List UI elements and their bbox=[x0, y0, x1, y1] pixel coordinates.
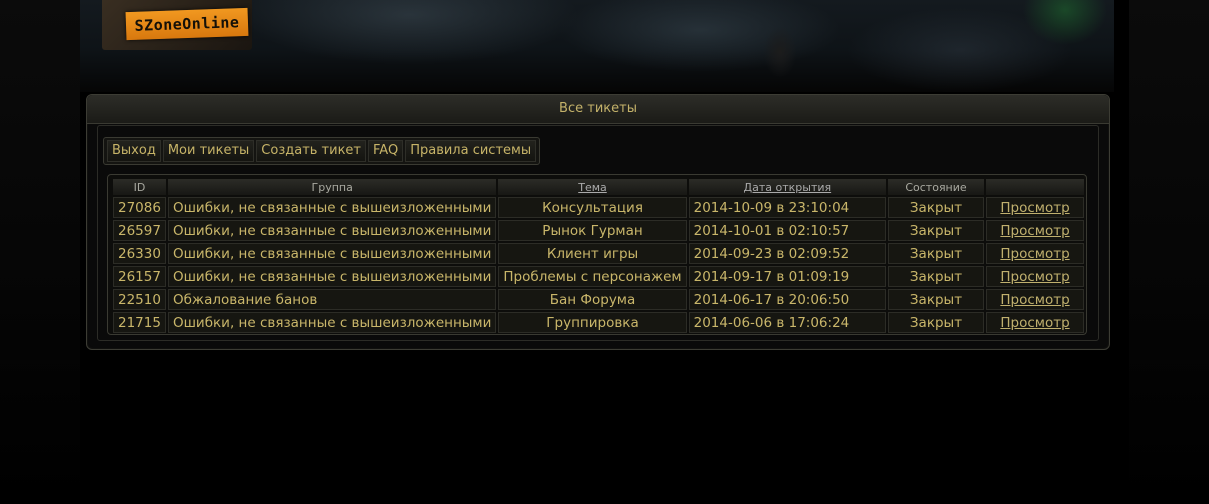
ticket-id: 26157 bbox=[113, 266, 166, 287]
ticket-id: 22510 bbox=[113, 289, 166, 310]
ticket-date: 2014-10-09 в 23:10:04 bbox=[688, 197, 887, 218]
menu-system-rules[interactable]: Правила системы bbox=[405, 140, 537, 162]
column-header-group: Группа bbox=[167, 179, 497, 195]
ticket-id: 26330 bbox=[113, 243, 166, 264]
ticket-topic: Бан Форума bbox=[498, 289, 687, 310]
column-header-topic[interactable]: Тема bbox=[498, 179, 687, 195]
site-logo[interactable]: SZoneOnline bbox=[125, 7, 249, 41]
column-header-action bbox=[986, 179, 1084, 195]
tickets-window: Все тикеты Выход Мои тикеты Создать тике… bbox=[86, 94, 1110, 350]
ticket-date: 2014-10-01 в 02:10:57 bbox=[688, 220, 887, 241]
ticket-topic: Консультация bbox=[498, 197, 687, 218]
ticket-group: Ошибки, не связанные с вышеизложенными bbox=[167, 312, 497, 333]
table-row: 26597 Ошибки, не связанные с вышеизложен… bbox=[113, 220, 1084, 241]
ticket-status: Закрыт bbox=[888, 266, 984, 287]
ticket-group: Ошибки, не связанные с вышеизложенными bbox=[167, 197, 497, 218]
ticket-date: 2014-09-17 в 01:09:19 bbox=[688, 266, 887, 287]
ticket-view-link[interactable]: Просмотр bbox=[986, 243, 1084, 264]
ticket-group: Ошибки, не связанные с вышеизложенными bbox=[167, 220, 497, 241]
menu-my-tickets[interactable]: Мои тикеты bbox=[162, 140, 255, 162]
menu-create-ticket[interactable]: Создать тикет bbox=[256, 140, 367, 162]
ticket-date: 2014-09-23 в 02:09:52 bbox=[688, 243, 887, 264]
column-header-id: ID bbox=[113, 179, 166, 195]
table-row: 21715 Ошибки, не связанные с вышеизложен… bbox=[113, 312, 1084, 333]
table-header-row: ID Группа Тема Дата открытия Состояние bbox=[113, 179, 1084, 195]
ticket-group: Обжалование банов bbox=[167, 289, 497, 310]
table-row: 26330 Ошибки, не связанные с вышеизложен… bbox=[113, 243, 1084, 264]
ticket-id: 26597 bbox=[113, 220, 166, 241]
ticket-date: 2014-06-06 в 17:06:24 bbox=[688, 312, 887, 333]
ticket-topic: Группировка bbox=[498, 312, 687, 333]
ticket-menu: Выход Мои тикеты Создать тикет FAQ Прави… bbox=[103, 137, 541, 165]
table-row: 26157 Ошибки, не связанные с вышеизложен… bbox=[113, 266, 1084, 287]
ticket-status: Закрыт bbox=[888, 220, 984, 241]
table-row: 22510 Обжалование банов Бан Форума 2014-… bbox=[113, 289, 1084, 310]
ticket-status: Закрыт bbox=[888, 312, 984, 333]
ticket-view-link[interactable]: Просмотр bbox=[986, 266, 1084, 287]
ticket-date: 2014-06-17 в 20:06:50 bbox=[688, 289, 887, 310]
ticket-view-link[interactable]: Просмотр bbox=[986, 312, 1084, 333]
site-header-banner: SZoneOnline bbox=[80, 0, 1114, 92]
stalker-figure-image bbox=[755, 12, 805, 82]
ticket-status: Закрыт bbox=[888, 197, 984, 218]
ticket-status: Закрыт bbox=[888, 289, 984, 310]
ticket-group: Ошибки, не связанные с вышеизложенными bbox=[167, 266, 497, 287]
menu-faq[interactable]: FAQ bbox=[368, 140, 404, 162]
column-header-date[interactable]: Дата открытия bbox=[688, 179, 887, 195]
table-row: 27086 Ошибки, не связанные с вышеизложен… bbox=[113, 197, 1084, 218]
page-side-left bbox=[0, 0, 80, 504]
ticket-group: Ошибки, не связанные с вышеизложенными bbox=[167, 243, 497, 264]
ticket-topic: Рынок Гурман bbox=[498, 220, 687, 241]
tickets-table: ID Группа Тема Дата открытия Состояние 2… bbox=[111, 177, 1086, 335]
ticket-view-link[interactable]: Просмотр bbox=[986, 197, 1084, 218]
ticket-id: 27086 bbox=[113, 197, 166, 218]
ticket-view-link[interactable]: Просмотр bbox=[986, 220, 1084, 241]
page-side-right bbox=[1129, 0, 1209, 504]
ticket-topic: Клиент игры bbox=[498, 243, 687, 264]
ticket-topic: Проблемы с персонажем bbox=[498, 266, 687, 287]
ticket-view-link[interactable]: Просмотр bbox=[986, 289, 1084, 310]
ticket-id: 21715 bbox=[113, 312, 166, 333]
tickets-table-frame: ID Группа Тема Дата открытия Состояние 2… bbox=[107, 174, 1087, 335]
column-header-status: Состояние bbox=[888, 179, 984, 195]
logo-frame: SZoneOnline bbox=[102, 0, 252, 50]
ticket-status: Закрыт bbox=[888, 243, 984, 264]
menu-logout[interactable]: Выход bbox=[107, 140, 161, 162]
window-title: Все тикеты bbox=[87, 95, 1109, 124]
